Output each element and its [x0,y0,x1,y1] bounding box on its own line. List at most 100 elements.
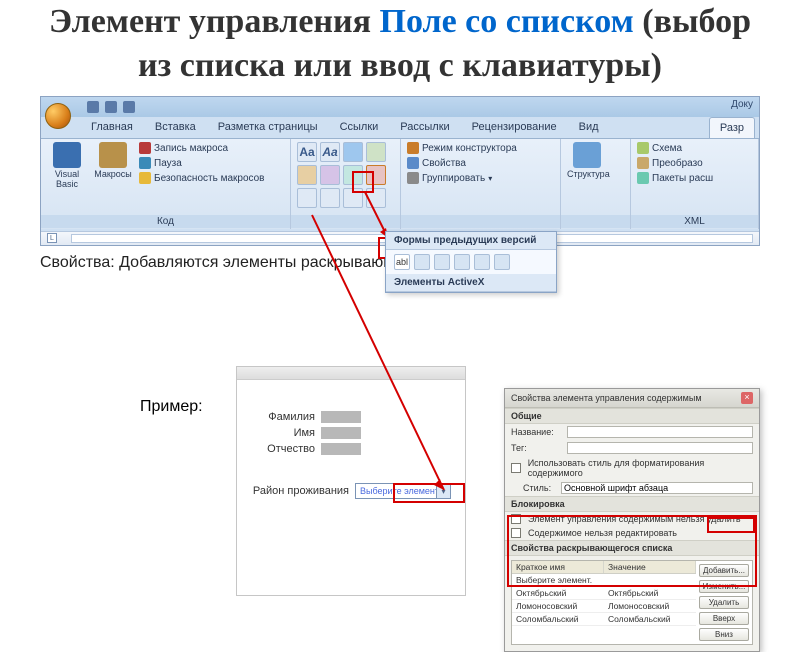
checkbox-legacy-icon[interactable] [414,254,430,270]
close-icon[interactable]: × [741,392,753,404]
style-label: Стиль: [523,483,557,493]
group-xml: Схема Преобразо Пакеты расш XML [631,139,759,229]
frame-legacy-icon[interactable] [454,254,470,270]
tab-view[interactable]: Вид [569,117,609,138]
buildingblock-control-icon[interactable] [366,142,386,162]
example-form: Фамилия Имя Отчество Район проживания Вы… [236,366,466,596]
no-edit-checkbox[interactable] [511,528,521,538]
tag-field[interactable] [567,442,753,454]
list-item: ОктябрьскийОктябрьский [512,587,696,600]
dialog-title: Свойства элемента управления содержимым [511,393,702,403]
macros-label: Макросы [94,169,132,179]
down-button[interactable]: Вниз [699,628,749,641]
pause-recording-button[interactable]: Пауза [139,157,265,169]
macros-button[interactable]: Макросы [93,142,133,180]
control-extra1-icon[interactable] [297,188,317,208]
name-field[interactable] [567,426,753,438]
pause-icon [139,157,151,169]
firstname-label: Имя [245,427,315,439]
design-mode-icon [407,142,419,154]
activex-header: Элементы ActiveX [386,274,556,292]
tab-mailings[interactable]: Рассылки [390,117,459,138]
datepicker-control-icon[interactable] [343,165,363,185]
group-controls-props-label [401,215,560,228]
title-highlight: Поле со списком [380,3,634,40]
chevron-down-icon: ▾ [436,484,450,498]
picture-control-icon[interactable] [343,142,363,162]
list-item: Выберите элемент. [512,574,696,587]
save-icon[interactable] [87,101,99,113]
control-extra4-icon[interactable] [366,188,386,208]
properties-icon [407,157,419,169]
lock-section: Блокировка [505,496,759,512]
dropdown-legacy-icon[interactable] [434,254,450,270]
visual-basic-icon [53,142,81,168]
control-extra3-icon[interactable] [343,188,363,208]
record-macro-button[interactable]: Запись макроса [139,142,265,154]
title-part1: Элемент управления [49,3,371,40]
window-title-fragment: Доку [731,99,753,110]
no-delete-checkbox[interactable] [511,514,521,524]
up-button[interactable]: Вверх [699,612,749,625]
group-controls-props: Режим конструктора Свойства Группировать… [401,139,561,229]
no-edit-label: Содержимое нельзя редактировать [528,528,677,538]
visual-basic-button[interactable]: Visual Basic [47,142,87,190]
control-extra2-icon[interactable] [320,188,340,208]
legacy-tools-icon[interactable] [366,165,386,185]
structure-button[interactable]: Структура [567,142,607,180]
slide-title: Элемент управления Поле со списком (выбо… [30,0,770,88]
example-label: Пример: [140,398,203,416]
group-controls-label [291,215,400,228]
plaintext-control-icon[interactable]: Aa [320,142,340,162]
patronymic-field[interactable] [321,443,361,455]
lastname-label: Фамилия [245,411,315,423]
add-button[interactable]: Добавить... [699,564,749,577]
patronymic-label: Отчество [245,443,315,455]
reset-legacy-icon[interactable] [494,254,510,270]
controls-gallery: Aa Aa [297,142,386,208]
name-label: Название: [511,427,563,437]
group-button[interactable]: Группировать ▾ [407,172,517,184]
structure-label: Структура [567,169,610,179]
macros-icon [99,142,127,168]
group-code: Visual Basic Макросы Запись макроса Пауз… [41,139,291,229]
group-xml-label: XML [631,215,758,228]
tab-layout[interactable]: Разметка страницы [208,117,328,138]
combobox-value: Выберите элемент. [356,486,436,496]
schema-button[interactable]: Схема [637,142,713,154]
macro-security-button[interactable]: Безопасность макросов [139,172,265,184]
tab-home[interactable]: Главная [81,117,143,138]
content-control-properties-dialog: Свойства элемента управления содержимым … [504,388,760,652]
shading-legacy-icon[interactable] [474,254,490,270]
use-style-checkbox[interactable] [511,463,521,473]
style-field[interactable] [561,482,753,494]
legacy-forms-row: abl [386,250,556,274]
general-section: Общие [505,408,759,424]
dropdown-list-table: Краткое имя Значение Выберите элемент. О… [512,561,696,644]
edit-button[interactable]: Изменить... [699,580,749,593]
textbox-legacy-icon[interactable]: abl [394,254,410,270]
group-icon [407,172,419,184]
richtext-control-icon[interactable]: Aa [297,142,317,162]
dropdown-control-icon[interactable] [320,165,340,185]
col-shortname: Краткое имя [512,561,604,573]
expansion-packs-button[interactable]: Пакеты расш [637,172,713,184]
expansion-icon [637,172,649,184]
firstname-field[interactable] [321,427,361,439]
tab-review[interactable]: Рецензирование [462,117,567,138]
delete-button[interactable]: Удалить [699,596,749,609]
undo-icon[interactable] [105,101,117,113]
tab-developer[interactable]: Разр [709,117,755,138]
combobox-control-icon[interactable] [297,165,317,185]
word-ribbon: Доку Главная Вставка Разметка страницы С… [40,96,760,246]
design-mode-button[interactable]: Режим конструктора [407,142,517,154]
transform-button[interactable]: Преобразо [637,157,713,169]
tab-references[interactable]: Ссылки [330,117,389,138]
group-structure: Структура [561,139,631,229]
quick-access-toolbar: Доку [41,97,759,117]
redo-icon[interactable] [123,101,135,113]
region-combobox[interactable]: Выберите элемент. ▾ [355,483,451,499]
tab-insert[interactable]: Вставка [145,117,206,138]
properties-button[interactable]: Свойства [407,157,517,169]
lastname-field[interactable] [321,411,361,423]
